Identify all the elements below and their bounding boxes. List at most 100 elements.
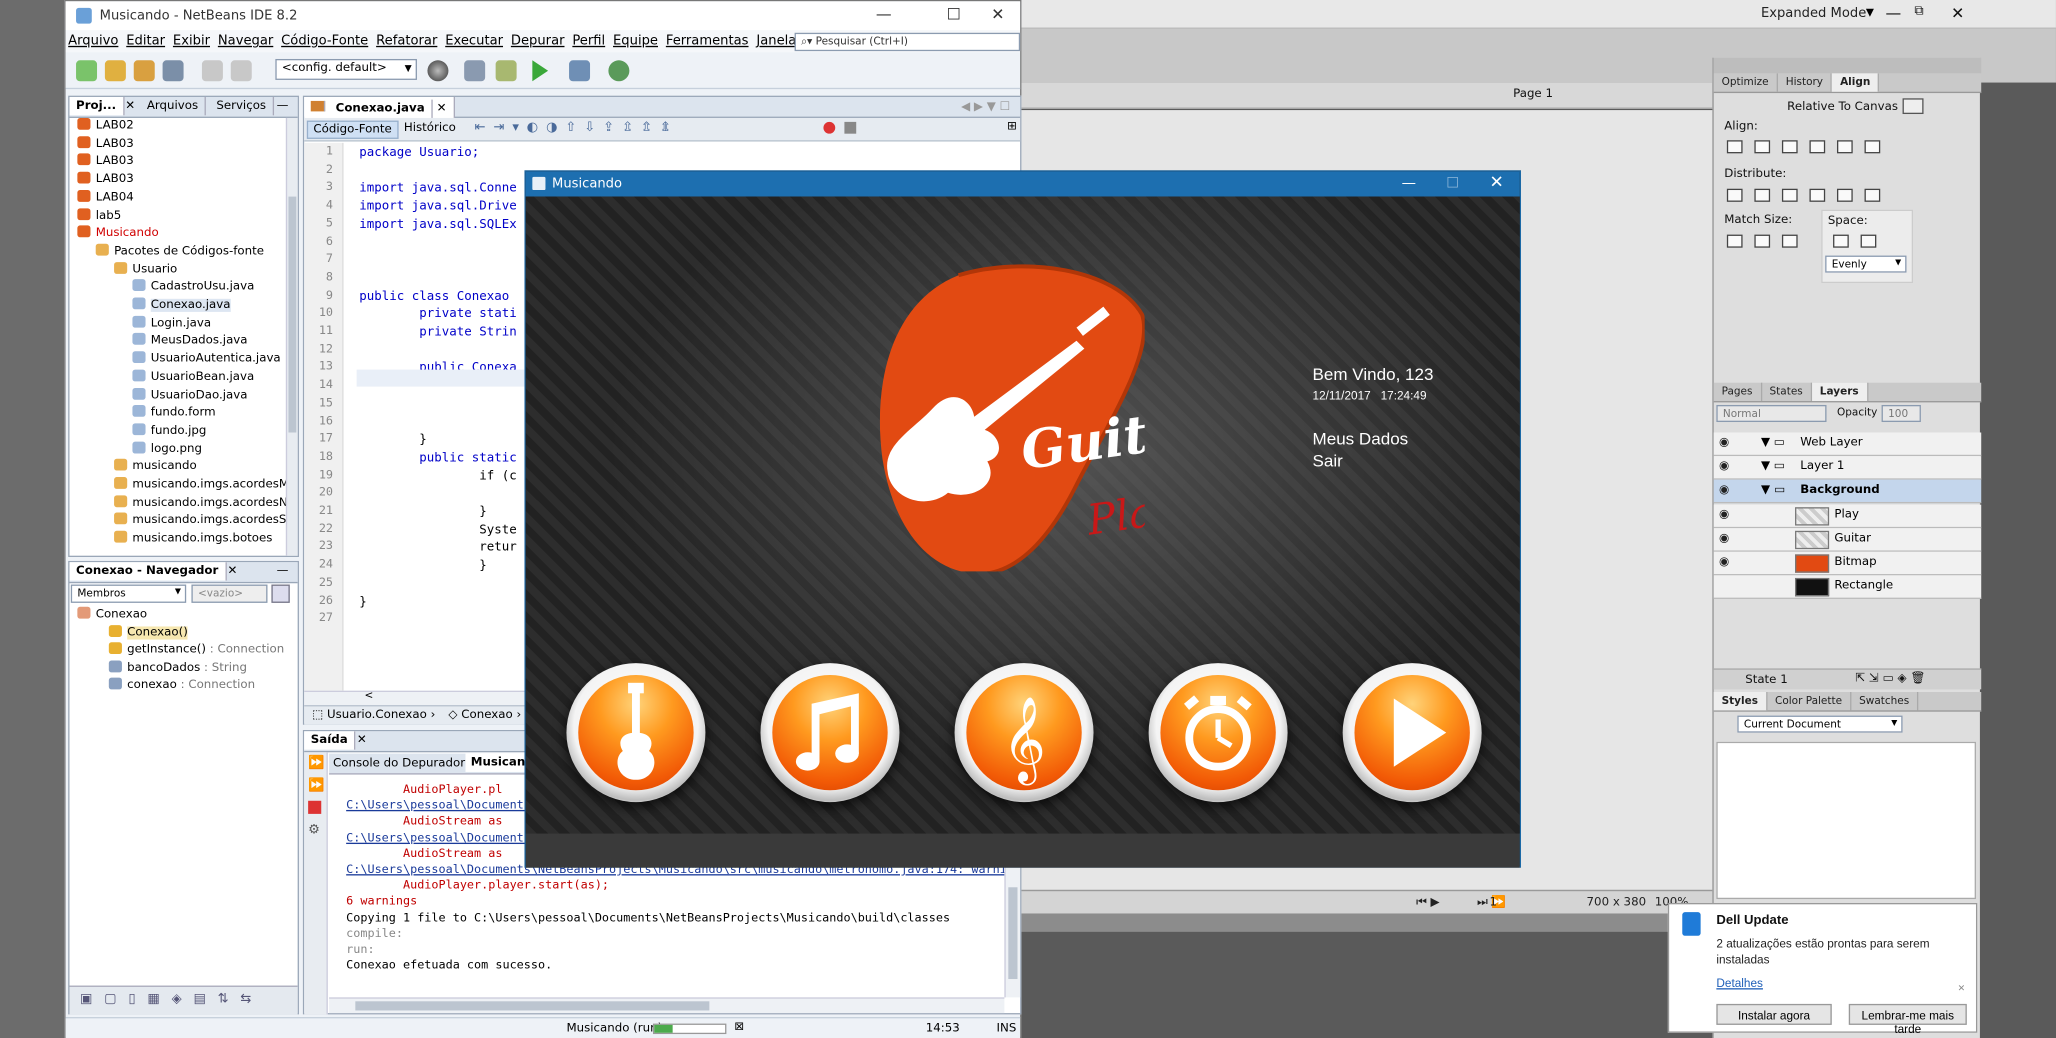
tab-states[interactable]: States [1762,382,1812,402]
menu-meus-dados[interactable]: Meus Dados [1313,429,1409,449]
tree-item[interactable]: LAB03 [77,135,134,153]
tree-item[interactable]: musicando.imgs.acordesN [114,494,288,512]
menu-item[interactable]: Ferramentas [666,34,749,48]
tree-item[interactable]: Musicando [77,225,159,243]
dell-details-link[interactable]: Detalhes [1716,976,1763,989]
navigator-settings-icon[interactable] [271,584,290,603]
tree-item[interactable]: MeusDados.java [132,333,248,350]
eye-icon[interactable]: ◉ [1719,436,1732,449]
tree-item[interactable]: UsuarioDao.java [132,387,247,404]
workspace-mode[interactable]: Expanded Mode [1761,7,1866,21]
layer-row[interactable]: ◉ Play [1713,504,1982,528]
eye-icon[interactable]: ◉ [1719,460,1732,473]
treble-clef-button[interactable]: 𝄞 [954,663,1094,803]
menu-item[interactable]: Equipe [613,34,658,48]
navigator-member-select[interactable]: <vazio> [191,584,268,603]
tab-debugger-console[interactable]: Console do Depurador ✕ [333,758,479,771]
tab-align[interactable]: Align [1832,73,1880,92]
eye-icon[interactable]: ◉ [1719,532,1732,545]
tab-styles[interactable]: Styles [1713,691,1768,711]
tab-history[interactable]: Histórico [404,122,456,135]
close-icon[interactable]: ✕ [226,562,239,580]
navigator-filter-icons[interactable]: ▣▢▯▦◈▤⇅⇆ [80,992,263,1006]
menu-item[interactable]: Executar [445,34,503,48]
tree-item[interactable]: LAB04 [77,189,134,207]
run-icon[interactable] [532,60,549,82]
menu-item[interactable]: Depurar [511,34,565,48]
blend-mode-select[interactable]: Normal [1716,404,1827,423]
close-icon[interactable]: ✕ [124,97,137,115]
layer-action-icons[interactable]: ⇱ ⇲ ▭ ◈ 🗑 [1855,672,1925,685]
tree-item[interactable]: fundo.form [132,405,216,422]
styles-list[interactable] [1716,741,1976,900]
tree-item[interactable]: musicando.imgs.acordesS [114,512,286,530]
remind-later-button[interactable]: Lembrar-me mais tarde [1848,1003,1967,1035]
guitar-button[interactable] [566,663,706,803]
tab-optimize[interactable]: Optimize [1714,73,1778,92]
output-title[interactable]: Saída [304,731,356,750]
debug-icon[interactable] [569,60,591,82]
menu-item[interactable]: Exibir [173,34,210,48]
tab-projects[interactable]: Proj... [69,96,124,116]
layer-row[interactable]: ◉ ▼ ▭ Web Layer [1713,432,1982,457]
rerun-params-icon[interactable]: ⏩ [308,778,324,792]
relative-to-canvas[interactable]: Relative To Canvas [1787,101,1898,114]
tab-files[interactable]: Arquivos [140,96,207,116]
distribute-icons[interactable] [1726,188,1892,206]
tree-item[interactable]: Login.java [132,315,211,332]
tab-source[interactable]: Código-Fonte [306,120,399,139]
page-label[interactable]: Page 1 [1513,88,1553,101]
tree-item[interactable]: LAB03 [77,153,134,171]
navigator-item[interactable]: Conexao() [108,624,188,642]
tab-swatches[interactable]: Swatches [1851,691,1919,711]
layer-row[interactable]: ◉ Guitar [1713,527,1982,552]
search-input[interactable]: ⌕▾ Pesquisar (Ctrl+I) [794,32,1021,52]
tree-item[interactable]: musicando [114,459,197,476]
run-status[interactable]: Musicando (run) [566,1022,662,1035]
editor-action-icons[interactable]: ⇤⇥▾◐◑⇧⇩⇪⇫⇬⇭ [475,121,679,135]
breadcrumb-member[interactable]: ◇ Conexao › [448,709,521,722]
rerun-icon[interactable]: ⏩ [308,756,324,770]
tree-scrollbar[interactable] [285,117,298,556]
open-project-icon[interactable] [133,60,155,82]
restore-icon[interactable]: ⧉ [1914,4,1923,18]
install-now-button[interactable]: Instalar agora [1716,1003,1832,1025]
dell-x-icon[interactable]: ✕ [1958,983,1966,993]
space-icons[interactable] [1833,234,1888,252]
output-hscrollbar[interactable] [329,997,1005,1014]
layer-row[interactable]: ◉ ▼ ▭ Background [1713,480,1982,504]
metronome-button[interactable] [1148,663,1288,803]
close-icon[interactable]: ✕ [991,5,1004,23]
eye-icon[interactable]: ◉ [1719,508,1732,521]
build-hammer-icon[interactable] [464,60,486,82]
tree-item[interactable]: fundo.jpg [132,423,206,440]
menu-item[interactable]: Editar [126,34,165,48]
breadcrumb-class[interactable]: ⬚ Usuario.Conexao › [312,709,435,722]
tab-nav-icons[interactable]: ◀ ▶ ▼ ☐ [955,98,1017,116]
layer-row[interactable]: Rectangle [1713,575,1982,600]
menu-item[interactable]: Navegar [218,34,273,48]
navigator-item[interactable]: conexao : Connection [108,678,255,695]
maximize-icon[interactable]: ☐ [1446,174,1459,191]
state-label[interactable]: State 1 [1745,674,1788,687]
stop-macro-icon[interactable] [844,121,857,134]
stop-progress-icon[interactable]: ⊠ [734,1021,744,1034]
navigator-item[interactable]: getInstance() : Connection [108,642,284,659]
eye-icon[interactable]: ◉ [1719,484,1732,497]
settings-icon[interactable]: ⚙ [308,823,320,837]
opacity-input[interactable]: 100 [1881,404,1921,423]
align-icons[interactable] [1726,140,1892,157]
tree-item[interactable]: UsuarioBean.java [132,369,254,386]
undo-icon[interactable] [201,60,223,82]
menu-item[interactable]: Refatorar [376,34,437,48]
globe-icon[interactable] [427,60,449,82]
tree-item[interactable]: logo.png [132,441,202,458]
redo-icon[interactable] [230,60,252,82]
tree-item[interactable]: CadastroUsu.java [132,279,254,297]
clean-build-icon[interactable] [495,60,517,82]
eye-icon[interactable]: ◉ [1719,556,1732,569]
play-button[interactable] [1342,663,1482,803]
tree-item[interactable]: Usuario [114,261,177,279]
menu-item[interactable]: Código-Fonte [281,34,368,48]
new-project-icon[interactable] [104,60,126,82]
